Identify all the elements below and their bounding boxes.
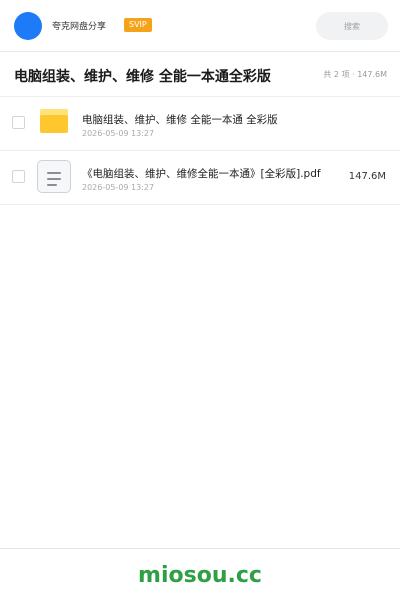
page-title: 电脑组装、维护、维修 全能一本通全彩版: [14, 69, 271, 85]
select-checkbox[interactable]: [12, 116, 25, 129]
avatar[interactable]: [14, 12, 42, 40]
folder-icon: [40, 109, 68, 133]
file-size: 147.6M: [348, 171, 386, 182]
search-input[interactable]: [316, 12, 388, 40]
file-time: 2026-05-09 13:27: [82, 183, 155, 192]
file-name[interactable]: 电脑组装、维护、维修 全能一本通 全彩版: [82, 112, 278, 127]
list-item[interactable]: 《电脑组装、维护、维修全能一本通》[全彩版].pdf 2026-05-09 13…: [0, 151, 400, 205]
file-time: 2026-05-09 13:27: [82, 129, 155, 138]
brand-name[interactable]: 夸克网盘分享: [52, 19, 106, 32]
site-link[interactable]: miosou.cc: [0, 563, 400, 588]
share-page: 夸克网盘分享 SVIP 电脑组装、维护、维修 全能一本通全彩版 共 2 项 · …: [0, 0, 400, 600]
top-bar: 夸克网盘分享 SVIP: [0, 0, 400, 52]
document-icon: [37, 160, 71, 193]
list-item[interactable]: 电脑组装、维护、维修 全能一本通 全彩版 2026-05-09 13:27: [0, 97, 400, 151]
share-title-bar: 电脑组装、维护、维修 全能一本通全彩版 共 2 项 · 147.6M: [0, 52, 400, 97]
item-summary: 共 2 项 · 147.6M: [323, 70, 387, 79]
file-name[interactable]: 《电脑组装、维护、维修全能一本通》[全彩版].pdf: [82, 166, 321, 181]
select-checkbox[interactable]: [12, 170, 25, 183]
svip-badge[interactable]: SVIP: [124, 18, 152, 32]
footer-bar: miosou.cc: [0, 548, 400, 600]
